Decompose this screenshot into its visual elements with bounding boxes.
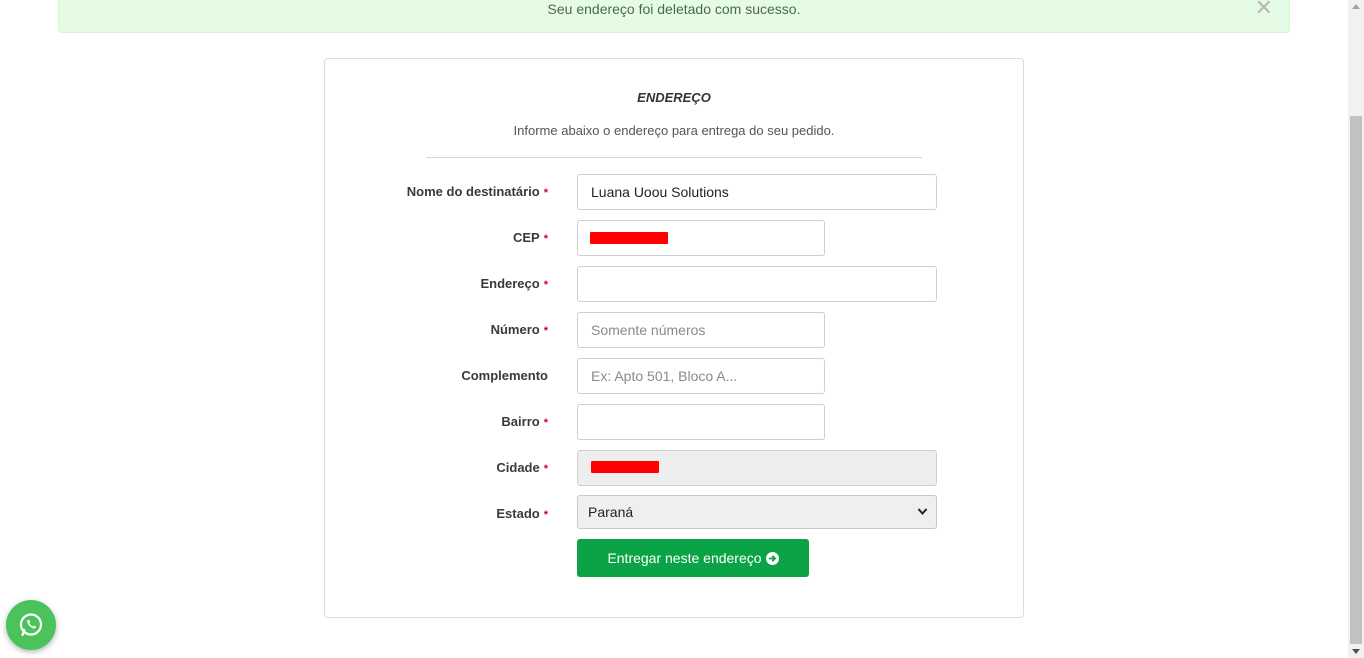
scroll-down-icon[interactable]: [1352, 649, 1360, 654]
divider: [426, 157, 922, 158]
required-mark: *: [543, 187, 548, 199]
redaction-mark: [591, 461, 659, 473]
chevron-down-icon: [917, 496, 928, 541]
deliver-to-address-button[interactable]: Entregar neste endereço: [577, 539, 809, 577]
endereco-label: Endereço *: [480, 276, 548, 291]
scrollbar[interactable]: [1348, 0, 1364, 658]
nome-label: Nome do destinatário *: [406, 184, 548, 199]
alert-message: Seu endereço foi deletado com sucesso.: [547, 1, 801, 17]
whatsapp-icon: [19, 613, 43, 637]
required-mark: *: [543, 233, 548, 245]
complemento-label: Complemento: [461, 368, 548, 383]
submit-label: Entregar neste endereço: [607, 550, 762, 566]
address-input[interactable]: [577, 266, 937, 302]
required-mark: *: [543, 509, 548, 521]
estado-label: Estado *: [496, 506, 548, 521]
neighborhood-input[interactable]: [577, 404, 825, 440]
recipient-name-input[interactable]: [577, 174, 937, 210]
number-input[interactable]: [577, 312, 825, 348]
form-title: ENDEREÇO: [637, 90, 711, 105]
address-form-card: ENDEREÇO Informe abaixo o endereço para …: [324, 58, 1024, 618]
required-mark: *: [543, 279, 548, 291]
scroll-thumb[interactable]: [1350, 116, 1362, 644]
state-select[interactable]: Paraná: [577, 495, 937, 529]
cidade-label: Cidade *: [496, 460, 548, 475]
whatsapp-button[interactable]: [6, 600, 56, 650]
required-mark: *: [543, 417, 548, 429]
success-alert: Seu endereço foi deletado com sucesso. ✕: [58, 0, 1290, 33]
close-icon[interactable]: ✕: [1255, 0, 1273, 19]
arrow-circle-right-icon: [765, 551, 779, 565]
state-selected-value: Paraná: [588, 504, 634, 520]
redaction-mark: [590, 232, 668, 244]
cep-label: CEP *: [512, 230, 548, 245]
required-mark: *: [543, 325, 548, 337]
form-subtitle: Informe abaixo o endereço para entrega d…: [513, 123, 835, 138]
scroll-up-icon[interactable]: [1352, 4, 1360, 9]
required-mark: *: [543, 463, 548, 475]
complement-input[interactable]: [577, 358, 825, 394]
bairro-label: Bairro *: [501, 414, 548, 429]
numero-label: Número *: [490, 322, 548, 337]
